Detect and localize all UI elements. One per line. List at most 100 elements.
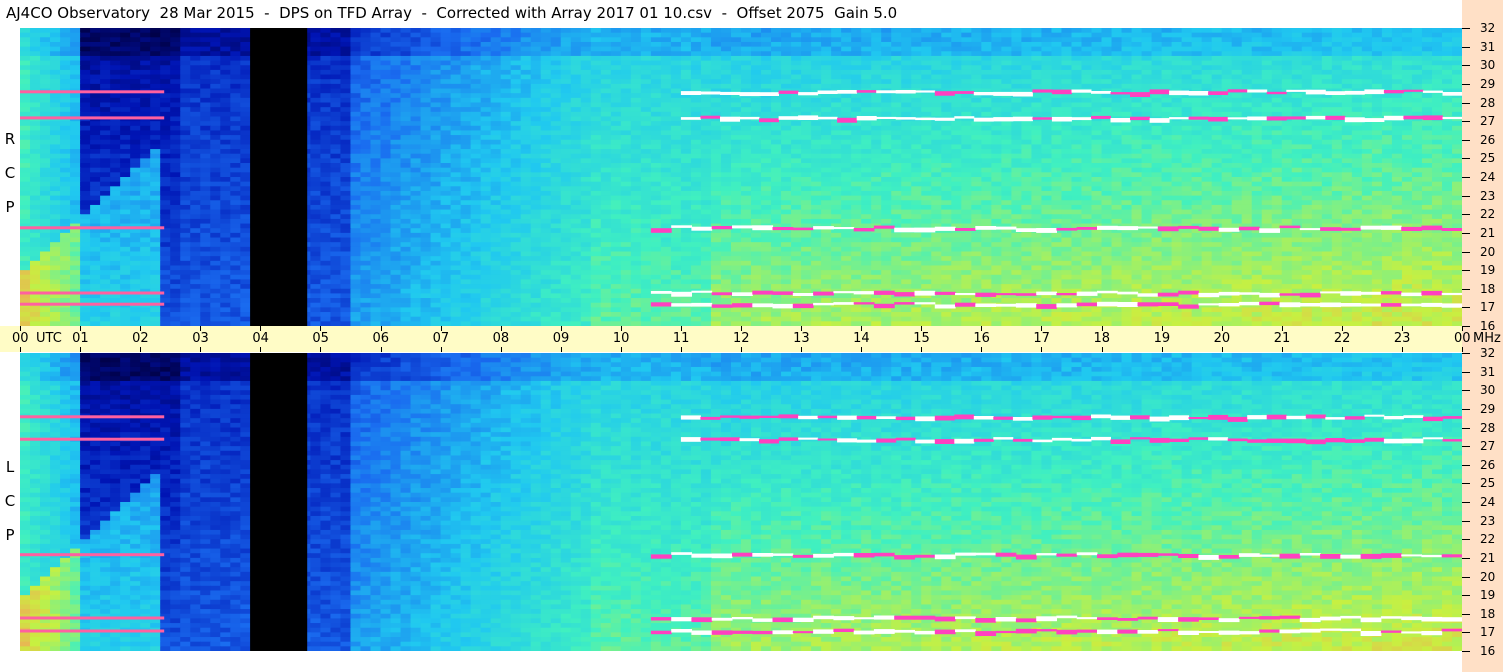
spectrogram-cell [1441,28,1453,34]
spectrogram-cell [1011,51,1022,57]
spectrogram-cell [1201,79,1213,85]
spectrogram-cell [60,102,71,108]
spectrogram-cell [931,102,942,108]
spectrogram-cell [1321,167,1333,173]
spectrogram-cell [931,186,942,192]
spectrogram-cell [730,158,742,164]
spectrogram-cell [160,79,171,85]
spectrogram-cell [150,107,161,113]
spectrogram-cell [841,97,852,104]
spectrogram-cell [460,69,472,76]
spectrogram-cell [781,51,792,57]
spectrogram-cell [140,111,151,118]
spectrogram-cell [911,130,922,136]
spectrogram-cell [730,177,742,183]
spectrogram-cell [560,158,572,164]
spectrogram-cell [791,107,802,113]
spectrogram-cell [961,69,972,76]
spectrogram-cell [620,97,632,104]
spectrogram-cell [640,167,652,173]
spectrogram-cell [1191,135,1203,141]
spectrogram-cell [1321,65,1333,71]
spectrogram-cell [1401,121,1413,127]
spectrogram-cell [240,102,251,108]
spectrogram-cell [791,69,802,76]
spectrogram-cell [40,163,51,169]
spectrogram-cell [160,158,171,164]
spectrogram-cell [1301,41,1313,48]
spectrogram-cell [240,158,251,164]
spectrogram-cell [1191,158,1203,164]
spectrogram-cell [831,32,842,38]
spectrogram-cell [630,153,642,159]
spectrogram-cell [911,172,922,178]
spectrogram-cell [851,153,862,159]
spectrogram-cell [1261,130,1273,136]
spectrogram-cell [530,65,542,71]
spectrogram-cell [670,121,682,127]
spectrogram-cell [1411,97,1423,104]
spectrogram-cell [410,51,422,57]
spectrogram-cell [720,149,732,155]
spectrogram-cell [730,139,742,146]
spectrogram-cell [220,135,231,141]
spectrogram-cell [951,130,962,136]
spectrogram-cell [1161,97,1173,104]
spectrogram-cell [751,130,762,136]
spectrogram-cell [350,65,362,71]
spectrogram-cell [1181,32,1193,38]
spectrogram-cell [460,172,472,178]
spectrogram-cell [791,37,802,43]
spectrogram-cell [170,37,181,43]
spectrogram-cell [1001,130,1012,136]
spectrogram-cell [370,181,382,187]
spectrogram-cell [330,55,342,62]
spectrogram-cell [1101,181,1113,187]
spectrogram-cell [1111,60,1123,66]
spectrogram-cell [590,88,602,94]
spectrogram-cell [991,177,1002,183]
spectrogram-cell [1001,158,1012,164]
spectrogram-cell [500,60,512,66]
spectrogram-cell [670,69,682,76]
spectrogram-cell [851,46,862,52]
spectrogram-cell [951,181,962,187]
spectrogram-cell [490,135,502,141]
spectrogram-cell [240,74,251,80]
spectrogram-cell [1431,177,1443,183]
spectrogram-cell [961,121,972,127]
spectrogram-cell [1101,135,1113,141]
spectrogram-cell [851,177,862,183]
spectrogram-cell [1341,163,1353,169]
spectrogram-cell [1281,172,1293,178]
spectrogram-cell [1091,121,1103,127]
spectrogram-cell [540,102,552,108]
spectrogram-cell [190,41,201,48]
spectrogram-cell [460,163,472,169]
spectrogram-cell [1261,46,1273,52]
spectrogram-cell [1211,32,1223,38]
spectrogram-cell [1241,60,1253,66]
spectrogram-cell [660,102,672,108]
spectrogram-cell [1111,177,1123,183]
spectrogram-cell [981,28,992,34]
spectrogram-cell [140,158,151,164]
spectrogram-cell [1091,167,1103,173]
spectrogram-cell [110,125,121,132]
spectrogram-cell [941,60,952,66]
spectrogram-cell [360,125,372,132]
spectrogram-cell [210,28,221,34]
spectrogram-cell [370,139,382,146]
spectrogram-cell [1051,32,1063,38]
spectrogram-cell [901,65,912,71]
spectrogram-cell [881,55,892,62]
spectrogram-cell [60,97,71,104]
spectrogram-cell [320,139,332,146]
spectrogram-cell [1381,139,1393,146]
spectrogram-cell [991,186,1002,192]
spectrogram-cell [1351,181,1363,187]
spectrogram-cell [210,111,221,118]
spectrogram-cell [240,125,251,132]
spectrogram-cell [570,149,582,155]
spectrogram-cell [1161,107,1173,113]
